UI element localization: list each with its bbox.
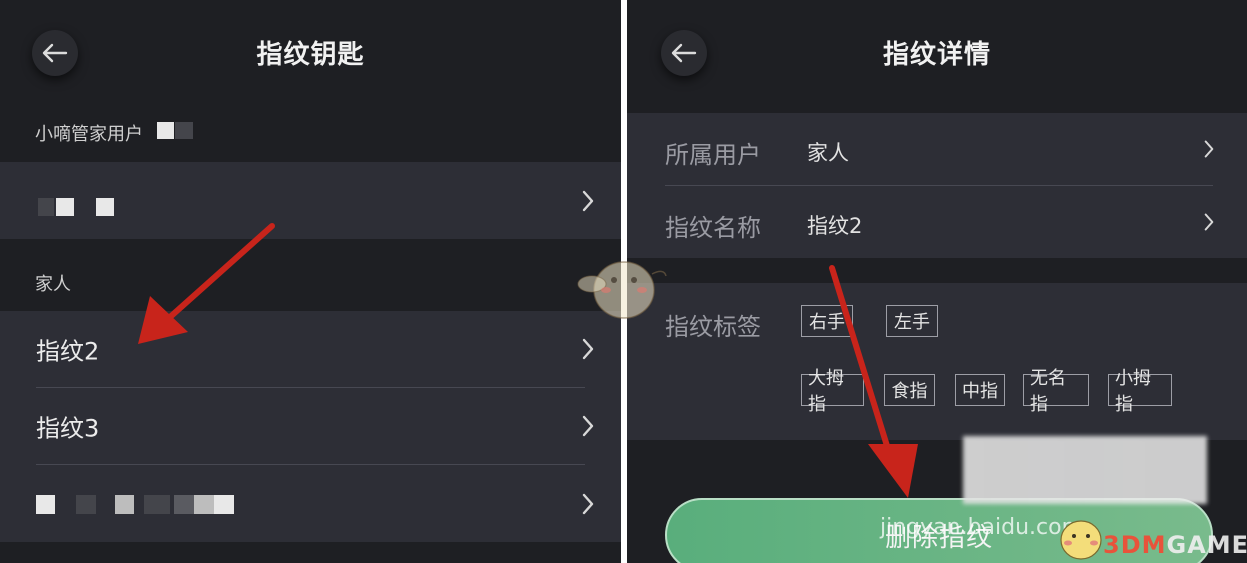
chevron-right-icon bbox=[582, 493, 594, 514]
redacted-block bbox=[36, 495, 55, 514]
redacted-block bbox=[175, 122, 193, 139]
fingerprint-label: 指纹3 bbox=[36, 414, 100, 443]
owner-user-row[interactable]: 所属用户 家人 bbox=[627, 113, 1247, 185]
fingerprint-name-label: 指纹名称 bbox=[665, 214, 761, 242]
redacted-block bbox=[174, 495, 194, 514]
fingerprint-tags-label: 指纹标签 bbox=[665, 313, 761, 341]
redacted-overlay bbox=[963, 436, 1207, 504]
tag-thumb[interactable]: 大拇指 bbox=[801, 368, 864, 415]
chevron-right-icon bbox=[582, 338, 594, 360]
redacted-block bbox=[96, 198, 114, 216]
chevron-right-icon bbox=[582, 190, 594, 211]
tag-index-finger[interactable]: 食指 bbox=[884, 374, 935, 406]
owner-user-value: 家人 bbox=[807, 141, 849, 165]
section-label-owner: 小嘀管家用户 bbox=[35, 124, 143, 145]
tag-ring-finger[interactable]: 无名指 bbox=[1023, 368, 1089, 415]
redacted-block bbox=[115, 495, 134, 514]
tag-right-hand[interactable]: 右手 bbox=[801, 305, 853, 337]
fingerprint-label: 指纹2 bbox=[36, 337, 100, 366]
brand-suffix: GAME bbox=[1166, 531, 1247, 559]
page-title: 指纹详情 bbox=[882, 40, 991, 70]
fingerprint-row-2[interactable]: 指纹2 bbox=[0, 311, 621, 387]
watermark-site: jingyan.baidu.com bbox=[880, 515, 1084, 540]
fingerprint-details-screen: 指纹详情 所属用户 家人 指纹名称 指纹2 指纹标签 右手 左手 大拇指 食指 … bbox=[627, 0, 1247, 563]
tag-left-hand[interactable]: 左手 bbox=[886, 305, 938, 337]
fingerprint-name-row[interactable]: 指纹名称 指纹2 bbox=[627, 186, 1247, 258]
watermark-brand: 3DMGAME bbox=[1103, 531, 1247, 559]
chevron-right-icon bbox=[1204, 213, 1214, 231]
chevron-right-icon bbox=[1204, 140, 1214, 158]
redacted-block bbox=[38, 198, 54, 216]
owner-fingerprint-row[interactable] bbox=[0, 162, 621, 239]
redacted-block bbox=[157, 122, 174, 139]
redacted-block bbox=[56, 198, 74, 216]
redacted-block bbox=[144, 495, 170, 514]
fingerprint-row-redacted[interactable] bbox=[0, 465, 621, 542]
tag-middle-finger[interactable]: 中指 bbox=[955, 374, 1005, 406]
redacted-block bbox=[214, 495, 234, 514]
fingerprint-info-card: 所属用户 家人 指纹名称 指纹2 bbox=[627, 113, 1247, 258]
fingerprint-name-value: 指纹2 bbox=[807, 214, 863, 238]
owner-user-label: 所属用户 bbox=[665, 141, 761, 169]
chevron-right-icon bbox=[582, 415, 594, 437]
fingerprint-keys-screen: 指纹钥匙 小嘀管家用户 家人 指纹2 指纹3 bbox=[0, 0, 621, 563]
redacted-block bbox=[194, 495, 214, 514]
redacted-block bbox=[76, 495, 96, 514]
page-title: 指纹钥匙 bbox=[256, 40, 365, 70]
fingerprint-tags-card: 指纹标签 右手 左手 大拇指 食指 中指 无名指 小拇指 bbox=[627, 283, 1247, 440]
tag-little-finger[interactable]: 小拇指 bbox=[1108, 368, 1172, 415]
section-label-family: 家人 bbox=[35, 274, 71, 295]
fingerprint-row-3[interactable]: 指纹3 bbox=[0, 388, 621, 464]
brand-prefix: 3DM bbox=[1103, 531, 1167, 559]
